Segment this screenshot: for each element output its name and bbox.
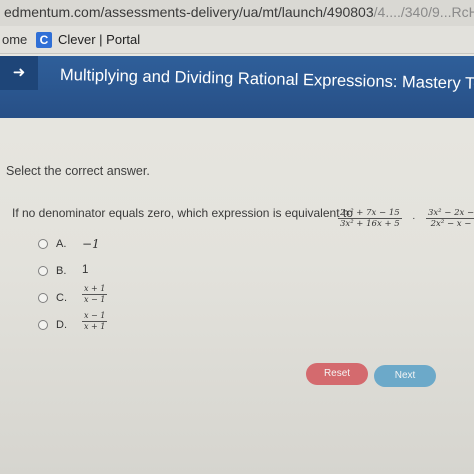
bookmark-clever-portal[interactable]: Clever | Portal <box>58 26 140 54</box>
left-fraction: 2x² + 7x − 15 3x² + 16x + 5 <box>338 208 402 229</box>
option-fraction: x − 1 x + 1 <box>82 311 108 332</box>
radio-button[interactable] <box>38 320 48 330</box>
url-text-rest: /4..../340/9...RcHMSLy <box>373 4 474 20</box>
option-value: −1 <box>82 237 100 251</box>
screen: edmentum.com/assessments-delivery/ua/mt/… <box>0 0 474 474</box>
test-header: ➜ Multiplying and Dividing Rational Expr… <box>0 56 474 118</box>
bookmarks-bar: ome C Clever | Portal <box>0 26 474 54</box>
multiply-operator: · <box>412 213 416 224</box>
reset-button[interactable]: Reset <box>306 363 368 385</box>
left-denominator: 3x² + 16x + 5 <box>340 219 400 229</box>
option-denominator: x − 1 <box>84 295 106 304</box>
right-numerator: 3x² − 2x − 1 <box>425 208 474 219</box>
page-title: Multiplying and Dividing Rational Expres… <box>59 66 474 94</box>
arrow-right-icon[interactable]: ➜ <box>0 56 38 90</box>
option-numerator: x − 1 <box>82 311 108 322</box>
question-expression: 2x² + 7x − 15 3x² + 16x + 5 · 3x² − 2x −… <box>338 208 474 229</box>
option-a[interactable]: A. −1 <box>38 236 158 254</box>
address-bar[interactable]: edmentum.com/assessments-delivery/ua/mt/… <box>0 0 474 26</box>
clever-icon[interactable]: C <box>36 32 52 48</box>
option-letter: A. <box>56 238 67 250</box>
right-denominator: 2x² − x − 3 <box>430 219 474 229</box>
radio-button[interactable] <box>38 239 48 249</box>
radio-button[interactable] <box>38 293 48 303</box>
question-prompt: If no denominator equals zero, which exp… <box>12 206 353 220</box>
url-text: edmentum.com/assessments-delivery/ua/mt/… <box>4 4 374 20</box>
option-b[interactable]: B. 1 <box>38 263 158 281</box>
option-numerator: x + 1 <box>82 284 108 295</box>
question-area: Select the correct answer. If no denomin… <box>0 118 474 474</box>
option-d[interactable]: D. x − 1 x + 1 <box>38 311 158 335</box>
right-fraction: 3x² − 2x − 1 2x² − x − 3 <box>425 208 474 229</box>
option-fraction: x + 1 x − 1 <box>82 284 108 305</box>
left-numerator: 2x² + 7x − 15 <box>338 208 402 219</box>
option-letter: B. <box>56 265 67 277</box>
option-value: 1 <box>82 264 89 276</box>
option-c[interactable]: C. x + 1 x − 1 <box>38 284 158 308</box>
radio-button[interactable] <box>38 266 48 276</box>
option-letter: D. <box>56 319 67 331</box>
option-letter: C. <box>56 292 67 304</box>
instruction-text: Select the correct answer. <box>6 164 150 178</box>
option-denominator: x + 1 <box>84 322 106 331</box>
bookmark-home[interactable]: ome <box>2 26 27 54</box>
next-button[interactable]: Next <box>374 365 436 387</box>
